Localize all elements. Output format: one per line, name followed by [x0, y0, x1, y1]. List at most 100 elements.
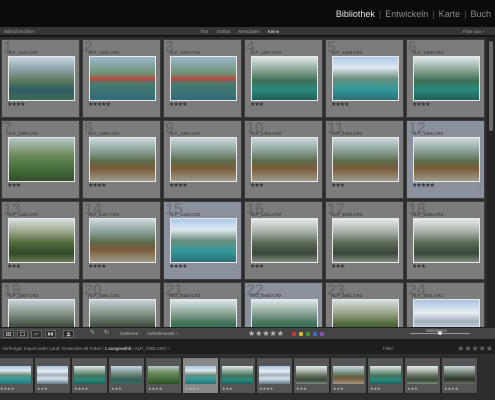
photo-thumbnail[interactable]	[89, 56, 156, 101]
filter-tab-metadata[interactable]: Metadaten	[239, 27, 260, 36]
rating-stars[interactable]: ★★★★★	[248, 329, 284, 338]
photo-thumbnail[interactable]	[89, 218, 156, 263]
grid-cell[interactable]: 19 ALP_1557.CR2	[1, 282, 80, 327]
grid-cell[interactable]: 3 ALP_1320.CR2 ★★★★	[163, 39, 242, 118]
rotate-icon[interactable]: ↻	[104, 329, 109, 336]
filmstrip-thumbnail[interactable]: ★★★★	[145, 357, 182, 394]
filter-tab-text[interactable]: Text	[200, 27, 208, 36]
color-label-swatch[interactable]	[313, 332, 317, 336]
photo-thumbnail[interactable]	[8, 299, 75, 327]
compare-view-icon[interactable]: XY	[31, 330, 42, 338]
grid-cell[interactable]: 18 ALP_1536.CR2 ★★★	[406, 201, 485, 280]
filmstrip-thumbnail[interactable]: ★★★	[293, 357, 330, 394]
thumbnail-size-slider[interactable]	[410, 331, 470, 335]
grid-cell[interactable]: 9 ALP_1392.CR2 ★★★★	[163, 120, 242, 199]
photo-thumbnail[interactable]	[8, 218, 75, 263]
photo-thumbnail[interactable]	[170, 218, 237, 263]
loupe-view-icon[interactable]	[17, 330, 28, 338]
sort-order-dropdown[interactable]: Aufnahmezeit ÷	[147, 331, 178, 336]
filmstrip-rating: ★★★	[370, 386, 381, 391]
grid-cell[interactable]: 12 ALP_1406.CR2 ★★★★★ ▫	[406, 120, 485, 199]
grid-cell[interactable]: 11 ALP_1403.CR2 ★★★	[325, 120, 404, 199]
grid-cell[interactable]: 10 ALP_1402.CR2 ★★★	[244, 120, 323, 199]
photo-thumbnail[interactable]	[332, 218, 399, 263]
photo-thumbnail[interactable]	[413, 137, 480, 182]
source-prefix[interactable]: Vorheriger Import	[2, 346, 37, 351]
photo-thumbnail[interactable]	[170, 56, 237, 101]
spray-can-icon[interactable]: ✎	[90, 329, 95, 336]
grid-view-icon[interactable]	[3, 330, 14, 338]
cell-filename: ALP_1327.CR2	[250, 50, 282, 55]
grid-cell[interactable]: 6 ALP_1359.CR2 ★★★★	[406, 39, 485, 118]
photo-thumbnail[interactable]	[8, 56, 75, 101]
photo-thumbnail[interactable]	[89, 299, 156, 327]
filter-preset-dropdown[interactable]: Filter aus ÷	[463, 27, 485, 36]
cell-rating: ★★★★	[88, 183, 106, 189]
filmstrip-thumbnail[interactable]: ★★★	[34, 357, 71, 394]
color-label-swatch[interactable]	[292, 332, 296, 336]
filmstrip-thumbnail[interactable]: ★★★	[219, 357, 256, 394]
filmstrip-thumbnail[interactable]: ★★★	[367, 357, 404, 394]
filmstrip-thumbnail[interactable]: ★★★	[404, 357, 441, 394]
current-file[interactable]: / ALP_7065.CR2 ÷	[132, 346, 169, 351]
grid-cell[interactable]: 24 ALP_1651.CR2	[406, 282, 485, 327]
filmstrip-thumbnail[interactable]: ★★★★	[182, 357, 219, 394]
photo-thumbnail[interactable]	[332, 137, 399, 182]
people-view-icon[interactable]	[63, 330, 74, 338]
grid-cell[interactable]: 21 IMG_3436.CR2	[163, 282, 242, 327]
grid-cell[interactable]: 14 ALP_1427.CR2 ★★★★	[82, 201, 161, 280]
filter-tab-none[interactable]: Keine	[268, 27, 280, 36]
filmstrip-thumbnail[interactable]: ★★★★	[441, 357, 478, 394]
photo-thumbnail[interactable]	[413, 56, 480, 101]
module-book[interactable]: Buch	[470, 9, 491, 19]
color-label-swatch[interactable]	[320, 332, 324, 336]
grid-cell[interactable]: 15 ALP_1430.CR2 ★★★★ ▫	[163, 201, 242, 280]
photo-thumbnail[interactable]	[332, 56, 399, 101]
filmstrip-thumbnail[interactable]: ★★★★	[0, 357, 34, 394]
grid-cell[interactable]: 8 ALP_1389.CR2 ★★★★	[82, 120, 161, 199]
grid-cell[interactable]: 22IMG_3448.CR2▫	[244, 282, 323, 327]
sort-label: Sortieren:	[120, 331, 140, 336]
grid-scrollbar[interactable]	[487, 37, 495, 327]
photo-thumbnail[interactable]	[251, 56, 318, 101]
filmstrip-thumbnail[interactable]: ★★★	[330, 357, 367, 394]
color-label-swatch[interactable]	[306, 332, 310, 336]
grid-cell[interactable]: 17 ALP_1530.CR2 ★★★	[325, 201, 404, 280]
grid-cell[interactable]: 2 ALP_1316.CR2 ★★★★★	[82, 39, 161, 118]
filmstrip-rating: ★★★★	[444, 386, 459, 391]
photo-thumbnail[interactable]	[8, 137, 75, 182]
module-library[interactable]: Bibliothek	[336, 9, 375, 19]
module-develop[interactable]: Entwickeln	[385, 9, 428, 19]
photo-thumbnail[interactable]	[89, 137, 156, 182]
module-bar: Bibliothek | Entwickeln | Karte | Buch	[0, 0, 495, 27]
survey-view-icon[interactable]	[45, 330, 56, 338]
grid-cell[interactable]: 7 ALP_1380.CR2 ★★★	[1, 120, 80, 199]
filmstrip-status-bar: Vorheriger Import ieder Land: Gesteckte …	[0, 340, 495, 354]
grid-scrollbar-thumb[interactable]	[489, 41, 493, 131]
filmstrip-thumbnail[interactable]: ★★★★	[71, 357, 108, 394]
grid-cell[interactable]: 13 ALP_1421.CR2 ★★★	[1, 201, 80, 280]
grid-cell[interactable]: 16 ALP_1434.CR2 ★★★	[244, 201, 323, 280]
filmstrip-filter-stars[interactable]: ★★★★★	[457, 344, 493, 353]
grid-cell[interactable]: 20 ALP_1561.CR2	[82, 282, 161, 327]
filmstrip-thumbnail[interactable]: ★★★	[108, 357, 145, 394]
photo-thumbnail[interactable]	[413, 218, 480, 263]
photo-thumbnail[interactable]	[170, 299, 237, 327]
photo-thumbnail[interactable]	[251, 137, 318, 182]
photo-thumbnail[interactable]	[332, 299, 399, 327]
thumbnail-grid: 1 ALP_1312.CR2 ★★★★ 2 ALP_1316.CR2 ★★★★★ 3 ALP_…	[0, 37, 487, 327]
thumbnail-size-slider-knob[interactable]	[438, 331, 442, 335]
photo-thumbnail[interactable]	[251, 218, 318, 263]
filter-tab-attribute[interactable]: Attribut	[216, 27, 230, 36]
filmstrip-thumbnail[interactable]: ★★★★	[256, 357, 293, 394]
grid-cell[interactable]: 4 ALP_1327.CR2 ★★★	[244, 39, 323, 118]
photo-thumbnail[interactable]	[251, 299, 318, 327]
grid-cell[interactable]: 1 ALP_1312.CR2 ★★★★	[1, 39, 80, 118]
grid-cell[interactable]: 5 ALP_1348.CR2 ★★★★	[325, 39, 404, 118]
module-map[interactable]: Karte	[439, 9, 461, 19]
photo-thumbnail[interactable]	[413, 299, 480, 327]
source-collection[interactable]: ieder Land: Gesteckte	[38, 346, 82, 351]
photo-thumbnail[interactable]	[170, 137, 237, 182]
color-label-swatch[interactable]	[299, 332, 303, 336]
grid-cell[interactable]: 23 ALP_1601.CR2	[325, 282, 404, 327]
